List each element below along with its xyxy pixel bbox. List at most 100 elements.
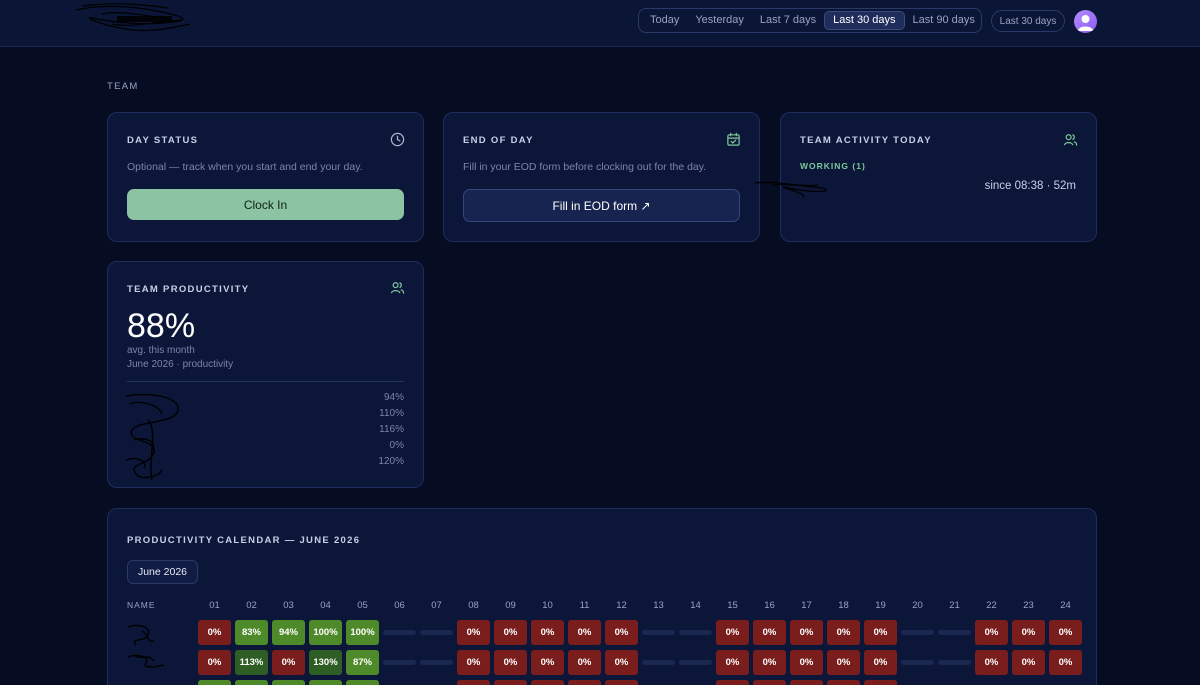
calendar-cell[interactable] (605, 680, 638, 685)
redacted-row-names-icon (127, 624, 165, 668)
range-option-yesterday[interactable]: Yesterday (687, 11, 752, 30)
calendar-cell[interactable]: 0% (494, 620, 527, 645)
calendar-empty-cell (938, 650, 971, 675)
end-of-day-card: END OF DAY Fill in your EOD form before … (443, 112, 760, 242)
day-header: 23 (1023, 600, 1034, 611)
calendar-cell[interactable]: 0% (864, 620, 897, 645)
calendar-cell[interactable]: 0% (198, 620, 231, 645)
calendar-cell[interactable]: 0% (975, 650, 1008, 675)
day-header: 03 (283, 600, 294, 611)
calendar-empty-cell (901, 650, 934, 675)
calendar-cell[interactable]: 0% (790, 650, 823, 675)
card-subtitle: Optional — track when you start and end … (127, 161, 363, 173)
calendar-cell[interactable]: 0% (753, 620, 786, 645)
day-header: 13 (653, 600, 664, 611)
member-productivity-row: 110% (127, 408, 404, 424)
member-productivity-value: 94% (383, 392, 404, 403)
calendar-cell[interactable] (309, 680, 342, 685)
user-avatar[interactable] (1074, 10, 1097, 33)
range-dropdown[interactable]: Last 30 days (991, 10, 1065, 32)
calendar-cell[interactable]: 0% (531, 620, 564, 645)
calendar-empty-cell (420, 650, 453, 675)
calendar-cell[interactable]: 100% (346, 620, 379, 645)
calendar-cell[interactable] (568, 680, 601, 685)
calendar-cell[interactable]: 0% (716, 650, 749, 675)
fill-eod-form-button[interactable]: Fill in EOD form ↗ (463, 189, 740, 222)
calendar-cell[interactable] (753, 680, 786, 685)
month-selector-button[interactable]: June 2026 (127, 560, 198, 584)
calendar-cell[interactable]: 0% (716, 620, 749, 645)
redacted-member-name-icon (754, 181, 827, 198)
avg-label: avg. this month (127, 345, 195, 356)
name-column-header: NAME (127, 600, 156, 610)
calendar-cell[interactable] (827, 680, 860, 685)
calendar-empty-cell (420, 620, 453, 645)
calendar-cell[interactable] (494, 680, 527, 685)
calendar-cell[interactable]: 0% (198, 650, 231, 675)
calendar-cell[interactable] (198, 680, 231, 685)
day-header: 02 (246, 600, 257, 611)
day-header: 15 (727, 600, 738, 611)
day-header: 07 (431, 600, 442, 611)
day-header: 11 (579, 600, 590, 611)
calendar-title: PRODUCTIVITY CALENDAR — JUNE 2026 (127, 535, 361, 546)
day-header: 06 (394, 600, 405, 611)
calendar-cell[interactable]: 113% (235, 650, 268, 675)
calendar-cell[interactable]: 0% (1049, 620, 1082, 645)
calendar-cell[interactable] (790, 680, 823, 685)
calendar-cell[interactable]: 0% (1012, 620, 1045, 645)
calendar-cell[interactable] (235, 680, 268, 685)
calendar-cell[interactable] (272, 680, 305, 685)
card-title: DAY STATUS (127, 135, 199, 146)
calendar-cell[interactable]: 87% (346, 650, 379, 675)
day-header: 09 (505, 600, 516, 611)
day-header: 21 (949, 600, 960, 611)
calendar-empty-cell (642, 650, 675, 675)
member-productivity-row: 94% (127, 392, 404, 408)
calendar-cell[interactable]: 0% (1049, 650, 1082, 675)
calendar-cell[interactable] (457, 680, 490, 685)
member-productivity-value: 110% (379, 408, 404, 419)
calendar-cell[interactable]: 0% (1012, 650, 1045, 675)
day-header: 16 (764, 600, 775, 611)
day-header: 04 (320, 600, 331, 611)
calendar-cell[interactable]: 0% (827, 620, 860, 645)
calendar-cell[interactable]: 0% (494, 650, 527, 675)
clock-icon (390, 132, 405, 147)
calendar-cell[interactable]: 130% (309, 650, 342, 675)
calendar-cell[interactable]: 0% (605, 650, 638, 675)
calendar-cell[interactable]: 0% (605, 620, 638, 645)
calendar-cell[interactable]: 0% (790, 620, 823, 645)
calendar-cell[interactable]: 0% (975, 620, 1008, 645)
redacted-logo-icon[interactable] (72, 2, 198, 40)
calendar-cell[interactable] (346, 680, 379, 685)
calendar-cell[interactable]: 0% (457, 620, 490, 645)
calendar-cell[interactable]: 0% (531, 650, 564, 675)
calendar-cell[interactable]: 0% (272, 650, 305, 675)
calendar-cell[interactable]: 0% (568, 620, 601, 645)
member-productivity-value: 0% (389, 440, 404, 451)
range-option-last-7-days[interactable]: Last 7 days (752, 11, 824, 30)
day-header: 22 (986, 600, 997, 611)
calendar-cell[interactable]: 83% (235, 620, 268, 645)
range-option-last-30-days[interactable]: Last 30 days (824, 11, 905, 30)
calendar-cell[interactable]: 0% (457, 650, 490, 675)
calendar-empty-cell (679, 620, 712, 645)
calendar-cell[interactable]: 0% (568, 650, 601, 675)
calendar-cell[interactable]: 0% (753, 650, 786, 675)
calendar-cell[interactable]: 0% (864, 650, 897, 675)
calendar-cell[interactable] (716, 680, 749, 685)
member-productivity-row: 0% (127, 440, 404, 456)
day-header: 01 (209, 600, 220, 611)
calendar-cell[interactable]: 94% (272, 620, 305, 645)
range-option-today[interactable]: Today (642, 11, 687, 30)
period-label: June 2026 · productivity (127, 359, 234, 370)
top-bar: Today Yesterday Last 7 days Last 30 days Las… (0, 0, 1200, 47)
calendar-cell[interactable] (864, 680, 897, 685)
calendar-cell[interactable] (531, 680, 564, 685)
day-header: 17 (801, 600, 812, 611)
calendar-cell[interactable]: 0% (827, 650, 860, 675)
clock-in-button[interactable]: Clock In (127, 189, 404, 220)
calendar-cell[interactable]: 100% (309, 620, 342, 645)
range-option-last-90-days[interactable]: Last 90 days (905, 11, 983, 30)
